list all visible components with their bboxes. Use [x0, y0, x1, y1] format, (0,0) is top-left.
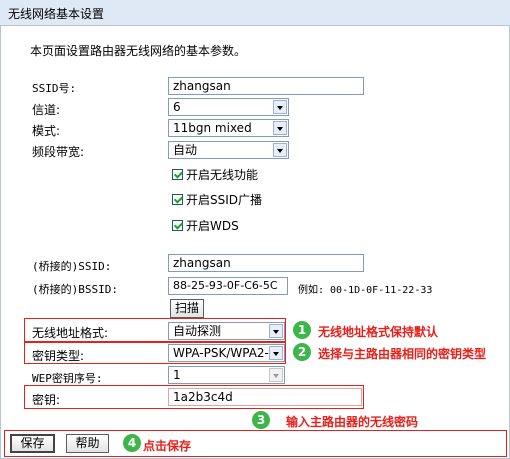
help-button[interactable]: 帮助: [66, 434, 109, 453]
bridge-bssid-label: (桥接的)BSSID:: [32, 283, 118, 296]
bandwidth-value: 自动: [173, 143, 198, 157]
enable-wds-label: 开启WDS: [186, 219, 239, 233]
annotation-key-type: 选择与主路由器相同的密钥类型: [318, 347, 487, 361]
chevron-down-icon[interactable]: [269, 368, 283, 382]
checkbox-checked-icon[interactable]: [172, 194, 183, 205]
address-format-select[interactable]: 自动探测: [168, 322, 285, 340]
address-format-value: 自动探测: [173, 324, 222, 338]
channel-select[interactable]: 6: [168, 98, 289, 116]
annotation-save: 点击保存: [143, 439, 192, 453]
chevron-down-icon[interactable]: [273, 100, 287, 114]
step-badge-3: 3: [252, 411, 270, 429]
annotation-address-format: 无线地址格式保持默认: [318, 325, 439, 339]
chevron-down-icon[interactable]: [269, 346, 283, 360]
address-format-label: 无线地址格式:: [32, 326, 109, 340]
wep-index-label: WEP密钥序号:: [32, 372, 103, 385]
annotation-key: 输入主路由器的无线密码: [286, 415, 419, 429]
key-label: 密钥:: [32, 393, 61, 407]
enable-wireless-checkbox[interactable]: 开启无线功能: [172, 166, 258, 183]
checkbox-checked-icon[interactable]: [172, 169, 183, 180]
chevron-down-icon[interactable]: [273, 143, 287, 157]
ssid-label: SSID号:: [32, 82, 77, 95]
key-value: 1a2b3c4d: [173, 390, 233, 404]
bridge-ssid-value: zhangsan: [173, 256, 231, 270]
bssid-example-text: 例如: 00-1D-0F-11-22-33: [298, 285, 433, 296]
scan-button[interactable]: 扫描: [170, 299, 204, 318]
title-bar: 无线网络基本设置: [0, 0, 510, 26]
bridge-ssid-label: (桥接的)SSID:: [32, 260, 112, 273]
save-button[interactable]: 保存: [10, 434, 55, 453]
page-description: 本页面设置路由器无线网络的基本参数。: [30, 44, 247, 58]
bridge-bssid-input[interactable]: 88-25-93-0F-C6-5C: [168, 277, 288, 295]
key-type-value: WPA-PSK/WPA2-: [173, 346, 269, 360]
page-title: 无线网络基本设置: [8, 7, 105, 21]
key-input[interactable]: 1a2b3c4d: [168, 388, 362, 406]
channel-label: 信道:: [32, 103, 61, 117]
key-type-label: 密钥类型:: [32, 349, 85, 363]
enable-wireless-label: 开启无线功能: [186, 168, 259, 182]
bandwidth-label: 频段带宽:: [32, 145, 85, 159]
mode-value: 11bgn mixed: [173, 121, 252, 135]
channel-value: 6: [173, 100, 181, 114]
step-badge-1: 1: [293, 321, 311, 339]
step-badge-2: 2: [293, 343, 311, 361]
key-type-select[interactable]: WPA-PSK/WPA2-: [168, 344, 285, 362]
mode-select[interactable]: 11bgn mixed: [168, 119, 289, 137]
enable-ssid-broadcast-label: 开启SSID广播: [186, 193, 263, 207]
ssid-input[interactable]: zhangsan: [168, 77, 364, 95]
enable-wds-checkbox[interactable]: 开启WDS: [172, 217, 239, 234]
chevron-down-icon[interactable]: [273, 121, 287, 135]
ssid-value: zhangsan: [173, 79, 231, 93]
wep-index-select[interactable]: 1: [168, 366, 285, 384]
bridge-bssid-value: 88-25-93-0F-C6-5C: [173, 279, 278, 292]
chevron-down-icon[interactable]: [269, 324, 283, 338]
checkbox-checked-icon[interactable]: [172, 220, 183, 231]
wep-index-value: 1: [173, 368, 181, 382]
bridge-ssid-input[interactable]: zhangsan: [168, 254, 364, 272]
bandwidth-select[interactable]: 自动: [168, 141, 289, 159]
mode-label: 模式:: [32, 124, 61, 138]
enable-ssid-broadcast-checkbox[interactable]: 开启SSID广播: [172, 191, 262, 208]
step-badge-4: 4: [123, 434, 141, 452]
